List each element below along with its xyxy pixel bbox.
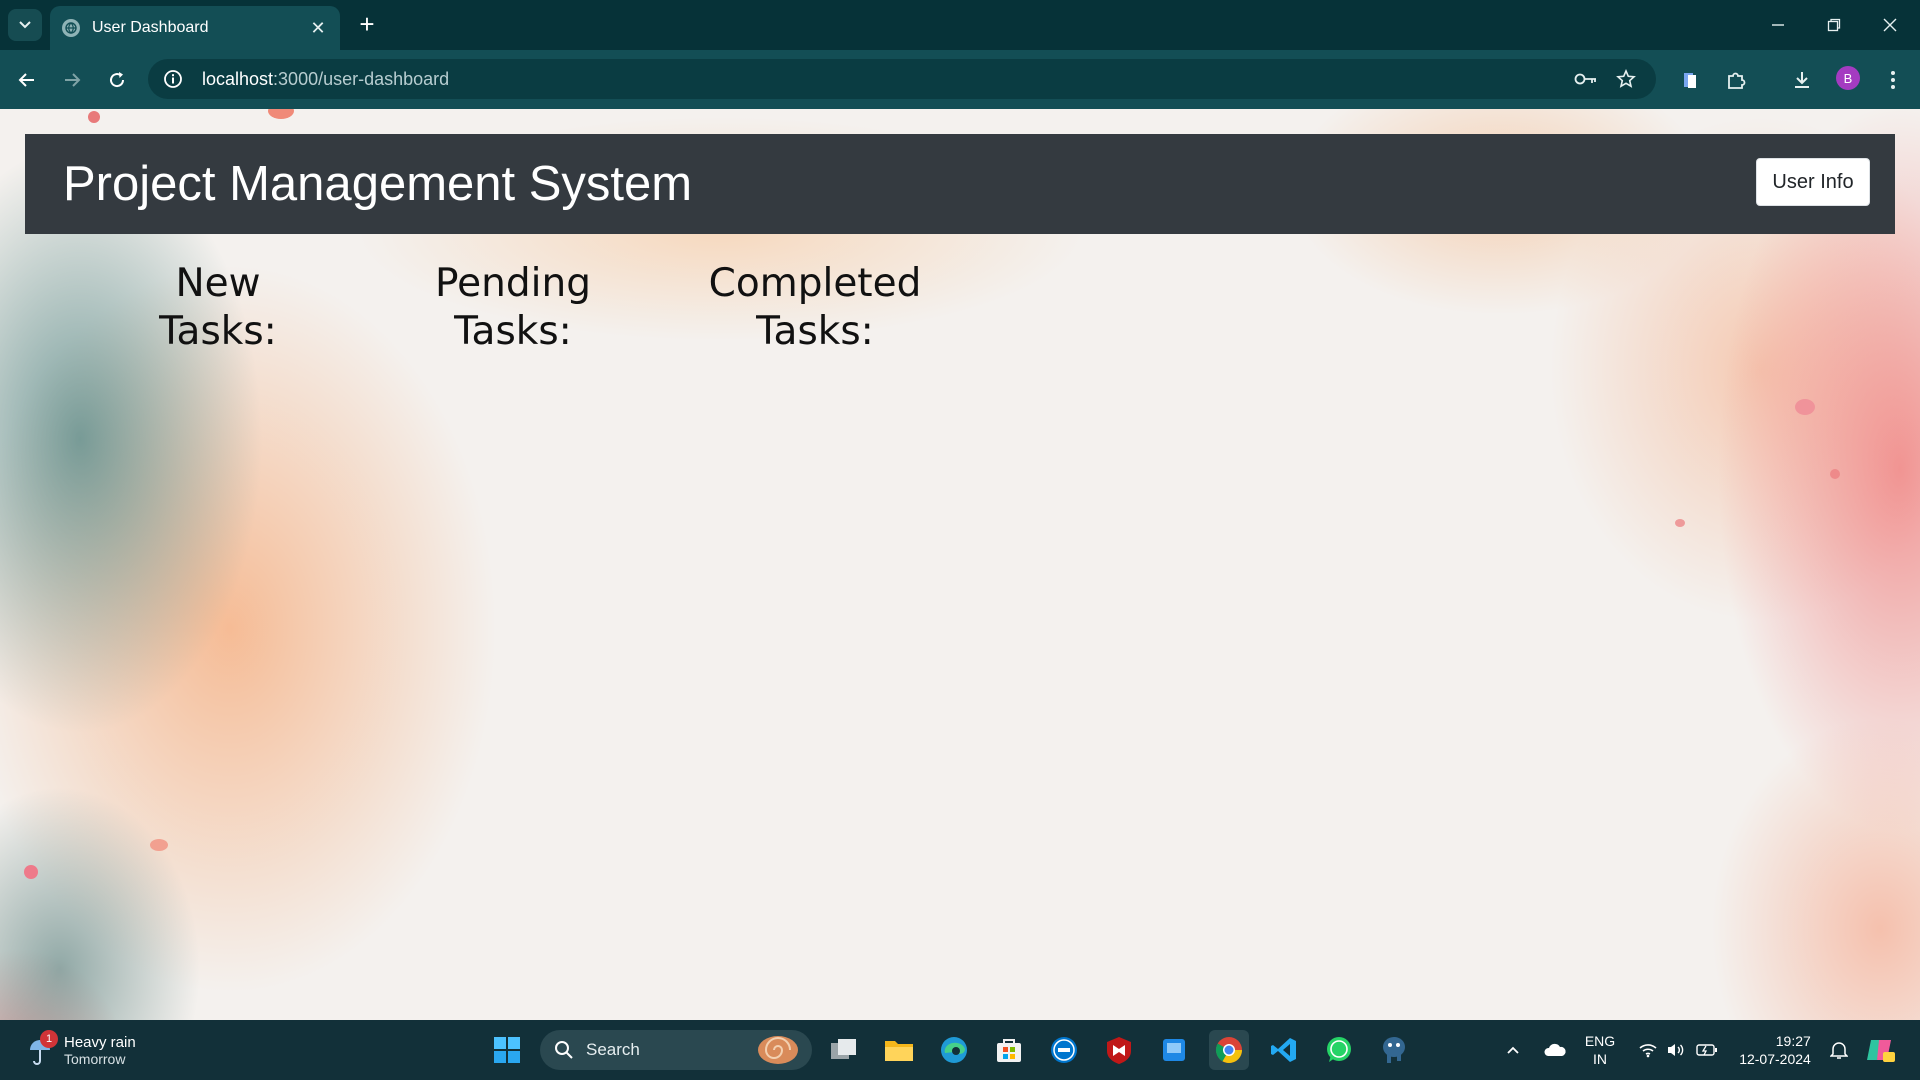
- paint-splash: [1795, 399, 1815, 415]
- page-viewport: Project Management System User Info New …: [0, 109, 1920, 1020]
- language-indicator[interactable]: ENG IN: [1578, 1020, 1622, 1080]
- paint-splash: [88, 111, 100, 123]
- completed-tasks-label-line2: Tasks:: [756, 309, 874, 354]
- close-icon: [1883, 18, 1897, 32]
- user-info-button[interactable]: User Info: [1756, 158, 1870, 206]
- shell-icon: [758, 1036, 798, 1064]
- tab-close-icon[interactable]: ✕: [308, 18, 328, 39]
- blue-app-icon[interactable]: [1154, 1030, 1194, 1070]
- paint-splash: [1675, 519, 1685, 527]
- paint-splash: [1830, 469, 1840, 479]
- app-navbar: Project Management System User Info: [25, 134, 1895, 234]
- battery-icon[interactable]: [1694, 1020, 1720, 1080]
- browser-tab-strip: User Dashboard ✕ +: [0, 0, 1920, 50]
- browser-tab-active[interactable]: User Dashboard ✕: [50, 6, 340, 50]
- new-tab-button[interactable]: +: [352, 10, 382, 40]
- reading-list-icon[interactable]: [1673, 63, 1707, 97]
- address-url: localhost:3000/user-dashboard: [202, 69, 449, 90]
- new-tasks-label-line1: New: [175, 261, 261, 306]
- windows-logo-icon: [494, 1037, 520, 1063]
- paint-splash: [24, 865, 38, 879]
- task-view-icon[interactable]: [824, 1030, 864, 1070]
- star-icon[interactable]: [1612, 68, 1640, 90]
- back-button[interactable]: [10, 63, 44, 97]
- postgres-icon[interactable]: [1374, 1030, 1414, 1070]
- pending-tasks-label-line1: Pending: [435, 261, 591, 306]
- rain-icon: 1: [24, 1030, 58, 1066]
- app-brand-title[interactable]: Project Management System: [63, 156, 692, 212]
- address-bar[interactable]: localhost:3000/user-dashboard: [148, 59, 1656, 99]
- weather-title: Heavy rain: [64, 1033, 136, 1051]
- mcafee-icon[interactable]: [1099, 1030, 1139, 1070]
- chrome-menu-icon[interactable]: [1876, 63, 1910, 97]
- clock[interactable]: 19:27 12-07-2024: [1730, 1020, 1820, 1080]
- tab-title: User Dashboard: [92, 19, 209, 36]
- microsoft-store-icon[interactable]: [989, 1030, 1029, 1070]
- clock-date: 12-07-2024: [1739, 1051, 1811, 1067]
- paint-splash: [150, 839, 168, 851]
- weather-alert-badge: 1: [40, 1030, 58, 1048]
- url-path: :3000/user-dashboard: [273, 68, 450, 89]
- copilot-icon[interactable]: [1862, 1020, 1898, 1080]
- new-tasks-label-line2: Tasks:: [159, 309, 277, 354]
- reload-button[interactable]: [100, 63, 134, 97]
- vscode-icon[interactable]: [1264, 1030, 1304, 1070]
- completed-tasks-heading: Completed Tasks:: [695, 260, 935, 356]
- globe-icon: [62, 19, 80, 37]
- site-info-icon[interactable]: [162, 68, 184, 90]
- browser-toolbar: localhost:3000/user-dashboard: [0, 50, 1920, 109]
- key-icon[interactable]: [1572, 68, 1600, 90]
- arrow-right-icon: [65, 73, 81, 87]
- search-placeholder: Search: [586, 1040, 640, 1059]
- minimize-button[interactable]: [1750, 0, 1806, 50]
- minimize-icon: [1772, 24, 1784, 26]
- completed-tasks-label-line1: Completed: [708, 261, 922, 306]
- weather-widget[interactable]: 1 Heavy rain Tomorrow: [24, 1030, 136, 1070]
- profile-avatar[interactable]: B: [1836, 66, 1860, 90]
- tab-search-button[interactable]: [8, 9, 42, 41]
- chrome-taskbar-icon[interactable]: [1209, 1030, 1249, 1070]
- pending-tasks-label-line2: Tasks:: [454, 309, 572, 354]
- new-tasks-heading: New Tasks:: [133, 260, 303, 356]
- volume-icon[interactable]: [1664, 1020, 1688, 1080]
- download-icon[interactable]: [1785, 63, 1819, 97]
- onedrive-icon[interactable]: [1540, 1020, 1570, 1080]
- pending-tasks-heading: Pending Tasks:: [413, 260, 613, 356]
- whatsapp-icon[interactable]: [1319, 1030, 1359, 1070]
- weather-subtitle: Tomorrow: [64, 1050, 126, 1067]
- chevron-up-icon[interactable]: [1500, 1020, 1526, 1080]
- close-window-button[interactable]: [1862, 0, 1918, 50]
- reload-icon: [110, 72, 125, 88]
- forward-button[interactable]: [55, 63, 89, 97]
- restore-icon: [1827, 18, 1841, 32]
- start-button[interactable]: [487, 1030, 527, 1070]
- restore-button[interactable]: [1806, 0, 1862, 50]
- wifi-icon[interactable]: [1636, 1020, 1660, 1080]
- edge-browser-icon[interactable]: [934, 1030, 974, 1070]
- arrow-left-icon: [18, 73, 34, 87]
- taskbar-search[interactable]: Search: [540, 1030, 812, 1070]
- paint-splash: [268, 109, 294, 119]
- region-code: IN: [1593, 1051, 1607, 1067]
- windows-taskbar: 1 Heavy rain Tomorrow Search ENG IN 19:2…: [0, 1020, 1920, 1080]
- extensions-icon[interactable]: [1719, 63, 1753, 97]
- file-explorer-icon[interactable]: [879, 1030, 919, 1070]
- clock-time: 19:27: [1775, 1033, 1811, 1049]
- search-icon: [555, 1041, 573, 1059]
- url-host: localhost: [202, 68, 274, 89]
- bell-icon[interactable]: [1826, 1020, 1852, 1080]
- chevron-down-icon: [19, 21, 31, 29]
- dell-app-icon[interactable]: [1044, 1030, 1084, 1070]
- language-code: ENG: [1584, 1033, 1616, 1049]
